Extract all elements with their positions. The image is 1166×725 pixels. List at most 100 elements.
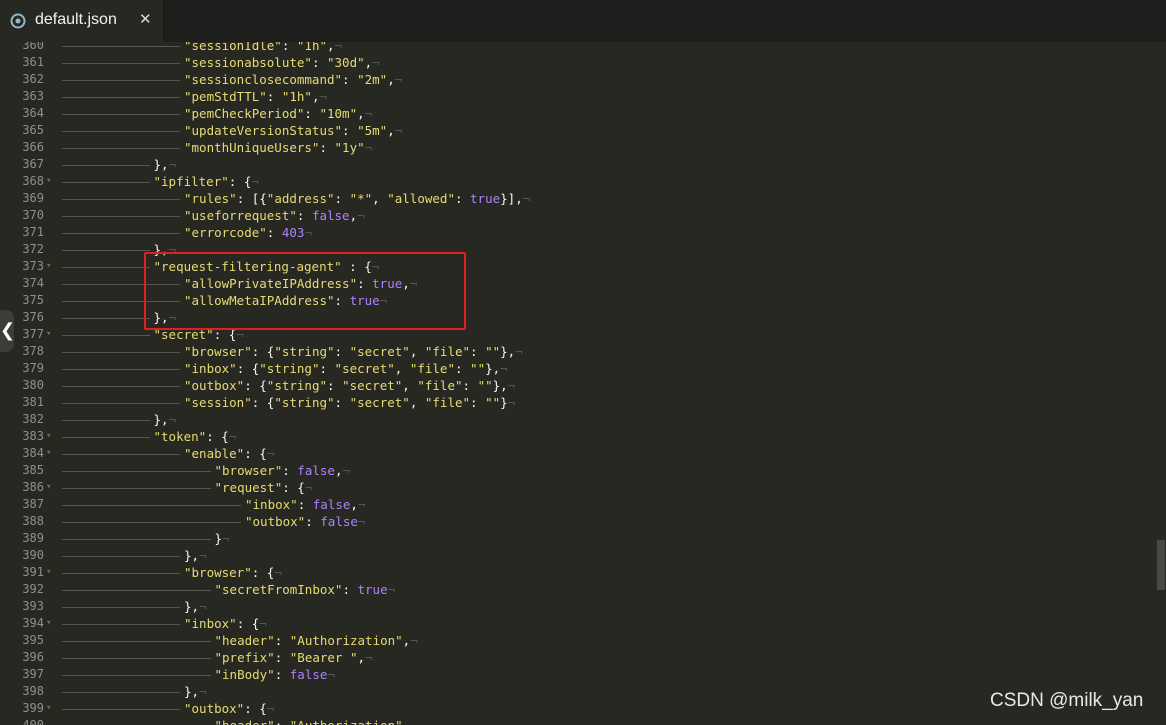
scrollbar-thumb[interactable] — [1157, 540, 1165, 590]
punctuation-token: , — [327, 42, 335, 53]
string-token: "inbox" — [184, 361, 237, 376]
vertical-scrollbar[interactable] — [1156, 42, 1166, 725]
fold-arrow-icon[interactable]: ▾ — [46, 258, 51, 275]
code-line: 361 "sessionabsolute": "30d",¬ — [0, 54, 1156, 71]
code-line: 360 "sessionIdle": "1h",¬ — [0, 42, 1156, 54]
punctuation-token: : { — [341, 259, 372, 274]
line-number: 389 — [22, 531, 44, 545]
indent-guide — [62, 471, 211, 472]
string-token: "updateVersionStatus" — [184, 123, 343, 138]
indent-guide — [62, 505, 241, 506]
line-number: 398 — [22, 684, 44, 698]
string-token: "allowMetaIPAddress" — [184, 293, 335, 308]
line-number: 390 — [22, 548, 44, 562]
eol-marker-icon: ¬ — [342, 463, 350, 478]
string-token: "address" — [266, 191, 335, 206]
indent-guide — [62, 590, 211, 591]
punctuation-token: } — [500, 395, 508, 410]
punctuation-token: : — [319, 140, 335, 155]
indent-guide — [62, 624, 180, 625]
punctuation-token: , — [402, 276, 410, 291]
code-line: 389}¬ — [0, 530, 1156, 547]
punctuation-token: : — [319, 361, 335, 376]
punctuation-token: : — [281, 42, 297, 53]
code-text: "inbox": {¬ — [184, 615, 267, 632]
eol-marker-icon: ¬ — [266, 701, 275, 716]
fold-arrow-icon[interactable]: ▾ — [46, 700, 51, 717]
line-number: 379 — [22, 361, 44, 375]
string-token: "2m" — [357, 72, 388, 87]
eol-marker-icon: ¬ — [357, 208, 365, 223]
code-line: 396 "prefix": "Bearer ",¬ — [0, 649, 1156, 666]
string-token: "Bearer " — [289, 650, 358, 665]
literal-token: false — [297, 463, 335, 478]
code-line: 374 "allowPrivateIPAddress": true,¬ — [0, 275, 1156, 292]
string-token: "1h" — [281, 89, 312, 104]
code-line: 390},¬ — [0, 547, 1156, 564]
punctuation-token: : — [334, 344, 350, 359]
indent-guide — [62, 386, 180, 387]
code-line: 384 ▾ "enable": {¬ — [0, 445, 1156, 462]
tab-default-json[interactable]: default.json ✕ — [0, 0, 164, 42]
code-text: "header": "Authorization",¬ — [215, 717, 418, 725]
string-token: "1y" — [334, 140, 365, 155]
fold-arrow-icon[interactable]: ▾ — [46, 428, 51, 445]
eol-marker-icon: ¬ — [500, 361, 508, 376]
eol-marker-icon: ¬ — [507, 395, 516, 410]
line-number: 385 — [22, 463, 44, 477]
code-line: 392 "secretFromInbox": true¬ — [0, 581, 1156, 598]
eol-marker-icon: ¬ — [259, 616, 267, 631]
fold-arrow-icon[interactable]: ▾ — [46, 615, 51, 632]
eol-marker-icon: ¬ — [410, 633, 418, 648]
punctuation-token: : — [342, 123, 358, 138]
eol-marker-icon: ¬ — [168, 412, 177, 427]
punctuation-token: : — [334, 395, 350, 410]
code-text: "allowMetaIPAddress": true¬ — [184, 292, 387, 309]
tab-title: default.json — [35, 11, 117, 28]
line-number: 373 — [22, 259, 44, 273]
fold-arrow-icon[interactable]: ▾ — [46, 479, 51, 496]
code-text: "pemStdTTL": "1h",¬ — [184, 88, 327, 105]
punctuation-token: : — [304, 106, 320, 121]
fold-arrow-icon[interactable]: ▾ — [46, 445, 51, 462]
code-line: 399 ▾ "outbox": {¬ — [0, 700, 1156, 717]
code-editor[interactable]: 360 "sessionIdle": "1h",¬ 361 "sessionabsol… — [0, 42, 1156, 725]
fold-arrow-icon[interactable]: ▾ — [46, 173, 51, 190]
eol-marker-icon: ¬ — [228, 429, 237, 444]
code-line: 385 "browser": false,¬ — [0, 462, 1156, 479]
fold-arrow-icon[interactable]: ▾ — [46, 564, 51, 581]
literal-token: true — [349, 293, 380, 308]
fold-arrow-icon[interactable]: ▾ — [46, 326, 51, 343]
code-text: "useforrequest": false,¬ — [184, 207, 365, 224]
code-line: 362 "sessionclosecommand": "2m",¬ — [0, 71, 1156, 88]
eol-marker-icon: ¬ — [387, 582, 396, 597]
punctuation-token: : { — [282, 480, 305, 495]
indent-guide — [62, 199, 180, 200]
code-line: 373 ▾ "request-filtering-agent" : {¬ — [0, 258, 1156, 275]
code-line: 398 },¬ — [0, 683, 1156, 700]
string-token: "request" — [214, 480, 283, 495]
eol-marker-icon: ¬ — [364, 106, 373, 121]
string-token: "30d" — [327, 55, 365, 70]
punctuation-token: }, — [153, 412, 169, 427]
string-token: "" — [485, 395, 501, 410]
code-text: },¬ — [184, 683, 207, 700]
indent-guide — [62, 148, 180, 149]
code-line: 377 ▾ "secret": {¬ — [0, 326, 1156, 343]
code-line: 397 "inBody": false¬ — [0, 666, 1156, 683]
code-text: "enable": {¬ — [184, 445, 274, 462]
indent-guide — [62, 420, 150, 421]
code-line: 394 ▾ "inbox": {¬ — [0, 615, 1156, 632]
close-icon[interactable]: ✕ — [139, 10, 152, 28]
line-number: 371 — [22, 225, 44, 239]
collapse-panel-handle[interactable]: ❮ — [0, 310, 15, 352]
string-token: "ipfilter" — [153, 174, 229, 189]
code-text: "monthUniqueUsers": "1y"¬ — [184, 139, 372, 156]
code-line: 395 "header": "Authorization",¬ — [0, 632, 1156, 649]
string-token: "inbox" — [184, 616, 237, 631]
line-number: 375 — [22, 293, 44, 307]
string-token: "string" — [274, 395, 335, 410]
code-text: "ipfilter": {¬ — [154, 173, 259, 190]
line-number: 367 — [22, 157, 44, 171]
string-token: "file" — [409, 361, 455, 376]
